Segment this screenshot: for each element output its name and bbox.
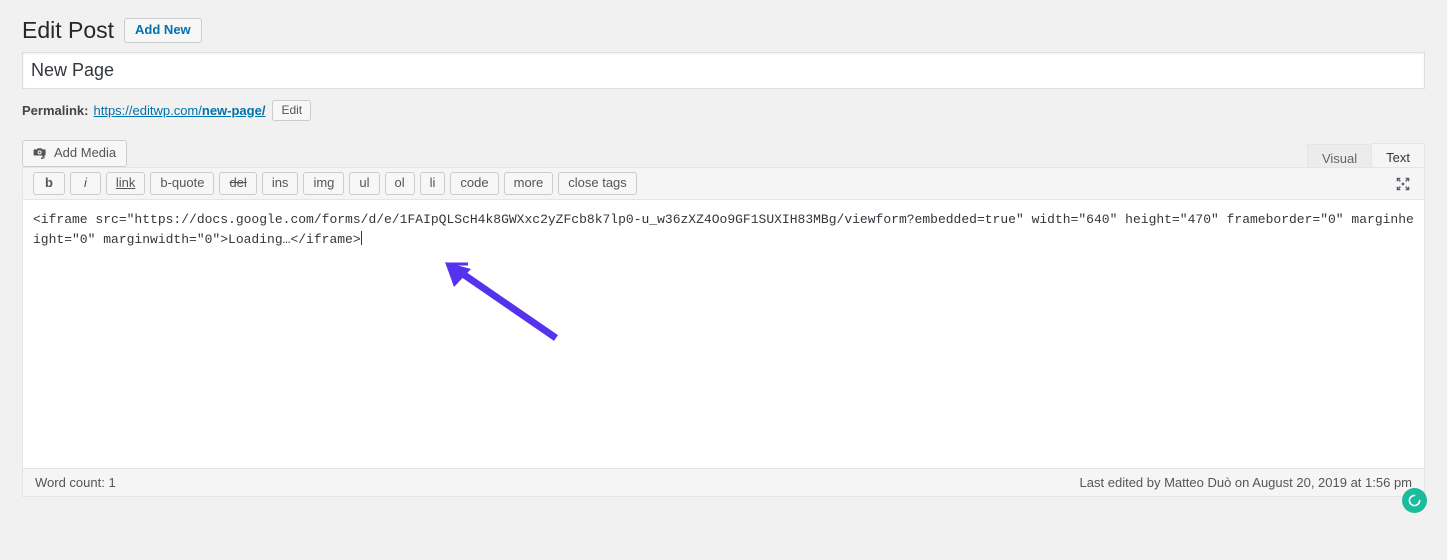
post-content-text: <iframe src="https://docs.google.com/for… xyxy=(33,212,1414,247)
editor-statusbar: Word count: 1 Last edited by Matteo Duò … xyxy=(23,468,1424,496)
permalink-base: https://editwp.com/ xyxy=(93,103,201,118)
add-new-button[interactable]: Add New xyxy=(124,18,202,43)
quicktag-more[interactable]: more xyxy=(504,172,554,195)
quicktag-li[interactable]: li xyxy=(420,172,446,195)
quicktag-ul[interactable]: ul xyxy=(349,172,379,195)
media-tabs-row: Add Media Visual Text xyxy=(22,135,1425,167)
quicktag-del[interactable]: del xyxy=(219,172,256,195)
quicktag-italic[interactable]: i xyxy=(70,172,101,195)
text-caret xyxy=(361,231,362,245)
quicktag-code[interactable]: code xyxy=(450,172,498,195)
quicktag-img[interactable]: img xyxy=(303,172,344,195)
chat-spinner-icon xyxy=(1407,493,1422,508)
permalink-link[interactable]: https://editwp.com/new-page/ xyxy=(93,103,265,118)
post-title-input[interactable] xyxy=(22,52,1425,89)
permalink-edit-button[interactable]: Edit xyxy=(272,100,311,121)
page-title: Edit Post xyxy=(22,16,124,45)
editor-box: b i link b-quote del ins img ul ol li co… xyxy=(22,167,1425,497)
last-edited-info: Last edited by Matteo Duò on August 20, … xyxy=(1080,475,1412,490)
fullscreen-expand-icon[interactable] xyxy=(1392,173,1414,195)
add-media-label: Add Media xyxy=(54,145,116,161)
permalink-row: Permalink: https://editwp.com/new-page/ … xyxy=(0,89,1447,123)
quicktag-link[interactable]: link xyxy=(106,172,146,195)
quicktag-close-tags[interactable]: close tags xyxy=(558,172,637,195)
quicktag-ins[interactable]: ins xyxy=(262,172,299,195)
title-field-wrap xyxy=(0,52,1447,89)
quicktag-bold[interactable]: b xyxy=(33,172,65,195)
permalink-label: Permalink: xyxy=(22,103,88,118)
chat-support-bubble[interactable] xyxy=(1402,488,1427,513)
editor-container: Add Media Visual Text b i link b-quote d… xyxy=(0,123,1447,497)
quicktags-toolbar: b i link b-quote del ins img ul ol li co… xyxy=(23,168,1424,200)
quicktag-blockquote[interactable]: b-quote xyxy=(150,172,214,195)
post-content-textarea[interactable]: <iframe src="https://docs.google.com/for… xyxy=(23,200,1424,468)
camera-music-icon xyxy=(32,145,48,161)
word-count: Word count: 1 xyxy=(35,475,116,490)
add-media-button[interactable]: Add Media xyxy=(22,140,127,167)
permalink-slug: new-page/ xyxy=(202,103,266,118)
quicktag-ol[interactable]: ol xyxy=(385,172,415,195)
page-header: Edit Post Add New xyxy=(0,0,1447,52)
